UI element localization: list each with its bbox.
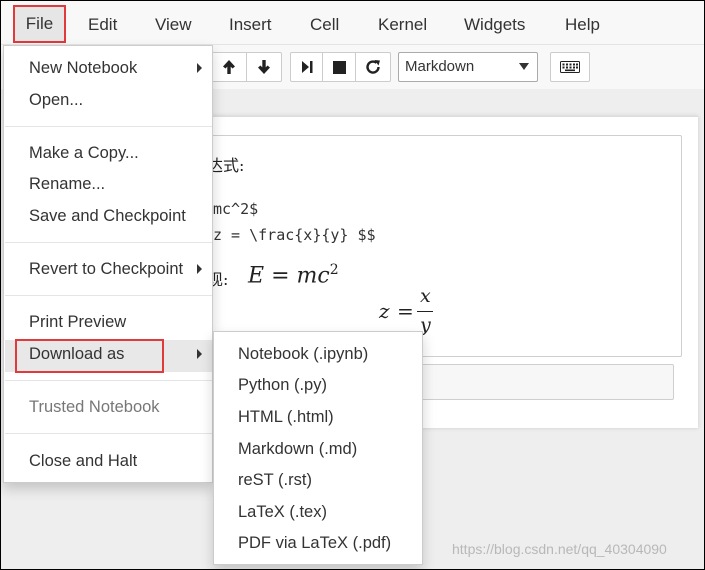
restart-button[interactable] — [355, 52, 391, 82]
menu-insert[interactable]: Insert — [229, 15, 272, 35]
formula2-eq: = — [397, 299, 414, 323]
download-html[interactable]: HTML (.html) — [238, 407, 334, 427]
download-rest[interactable]: reST (.rst) — [238, 470, 312, 490]
menu-item-rename[interactable]: Rename... — [29, 174, 105, 194]
cell-source-line2: mc^2$ — [213, 200, 259, 218]
submenu-arrow-icon — [197, 264, 202, 274]
download-as-submenu: Notebook (.ipynb) Python (.py) HTML (.ht… — [213, 331, 423, 565]
menu-item-trusted-notebook: Trusted Notebook — [29, 398, 160, 416]
formula1-rhs: mc — [296, 263, 330, 289]
move-down-button[interactable] — [246, 52, 282, 82]
download-ipynb[interactable]: Notebook (.ipynb) — [238, 344, 368, 364]
menubar: File Edit View Insert Cell Kernel Widget… — [1, 1, 704, 45]
stop-icon — [332, 60, 346, 74]
arrow-down-icon — [258, 60, 270, 74]
restart-icon — [366, 60, 380, 74]
menu-item-close-halt[interactable]: Close and Halt — [29, 451, 137, 471]
watermark: https://blog.csdn.net/qq_40304090 — [452, 541, 667, 557]
menu-item-new-notebook[interactable]: New Notebook — [29, 58, 137, 78]
formula2-lhs: z — [379, 299, 390, 323]
fraction-bar — [417, 311, 433, 312]
arrow-up-icon — [223, 60, 235, 74]
menu-item-download-as[interactable]: Download as — [29, 344, 124, 364]
menu-item-revert-checkpoint[interactable]: Revert to Checkpoint — [29, 259, 183, 279]
formula1-exp: 2 — [329, 262, 339, 278]
download-python[interactable]: Python (.py) — [238, 375, 327, 395]
interrupt-button[interactable] — [322, 52, 356, 82]
markdown-cell[interactable]: 达式: mc^2$ z = \frac{x}{y} $$ 现: E = mc2 … — [200, 135, 682, 357]
formula1-lhs: E — [248, 263, 265, 289]
keyboard-icon — [560, 61, 580, 73]
menu-divider — [5, 433, 212, 434]
menu-divider — [5, 242, 212, 243]
menu-cell[interactable]: Cell — [310, 15, 339, 35]
formula-inline: E = mc2 — [248, 262, 339, 288]
menu-help[interactable]: Help — [565, 15, 600, 35]
menu-item-print-preview[interactable]: Print Preview — [29, 312, 126, 332]
menu-view[interactable]: View — [155, 15, 192, 35]
command-palette-button[interactable] — [550, 52, 590, 82]
file-menu-dropdown: New Notebook Open... Make a Copy... Rena… — [3, 45, 213, 483]
menu-kernel[interactable]: Kernel — [378, 15, 427, 35]
submenu-arrow-icon — [197, 63, 202, 73]
chevron-down-icon — [519, 63, 529, 70]
formula1-eq: = — [271, 263, 290, 289]
formula2-numerator: x — [420, 285, 431, 307]
run-icon — [301, 61, 312, 73]
move-up-button[interactable] — [211, 52, 247, 82]
run-button[interactable] — [290, 52, 323, 82]
menu-divider — [5, 295, 212, 296]
menu-divider — [5, 126, 212, 127]
menu-edit[interactable]: Edit — [88, 15, 117, 35]
submenu-arrow-icon — [197, 349, 202, 359]
menu-widgets[interactable]: Widgets — [464, 15, 525, 35]
cell-type-select[interactable]: Markdown — [398, 52, 538, 82]
download-latex[interactable]: LaTeX (.tex) — [238, 502, 327, 522]
cell-source-line3: z = \frac{x}{y} $$ — [213, 226, 376, 244]
download-pdf[interactable]: PDF via LaTeX (.pdf) — [238, 533, 391, 553]
cell-type-value: Markdown — [405, 58, 475, 75]
menu-file[interactable]: File — [13, 5, 66, 43]
menu-item-make-copy[interactable]: Make a Copy... — [29, 143, 139, 163]
download-markdown[interactable]: Markdown (.md) — [238, 439, 357, 459]
menu-item-open[interactable]: Open... — [29, 90, 83, 110]
menu-item-save-checkpoint[interactable]: Save and Checkpoint — [29, 206, 186, 226]
menu-divider — [5, 380, 212, 381]
